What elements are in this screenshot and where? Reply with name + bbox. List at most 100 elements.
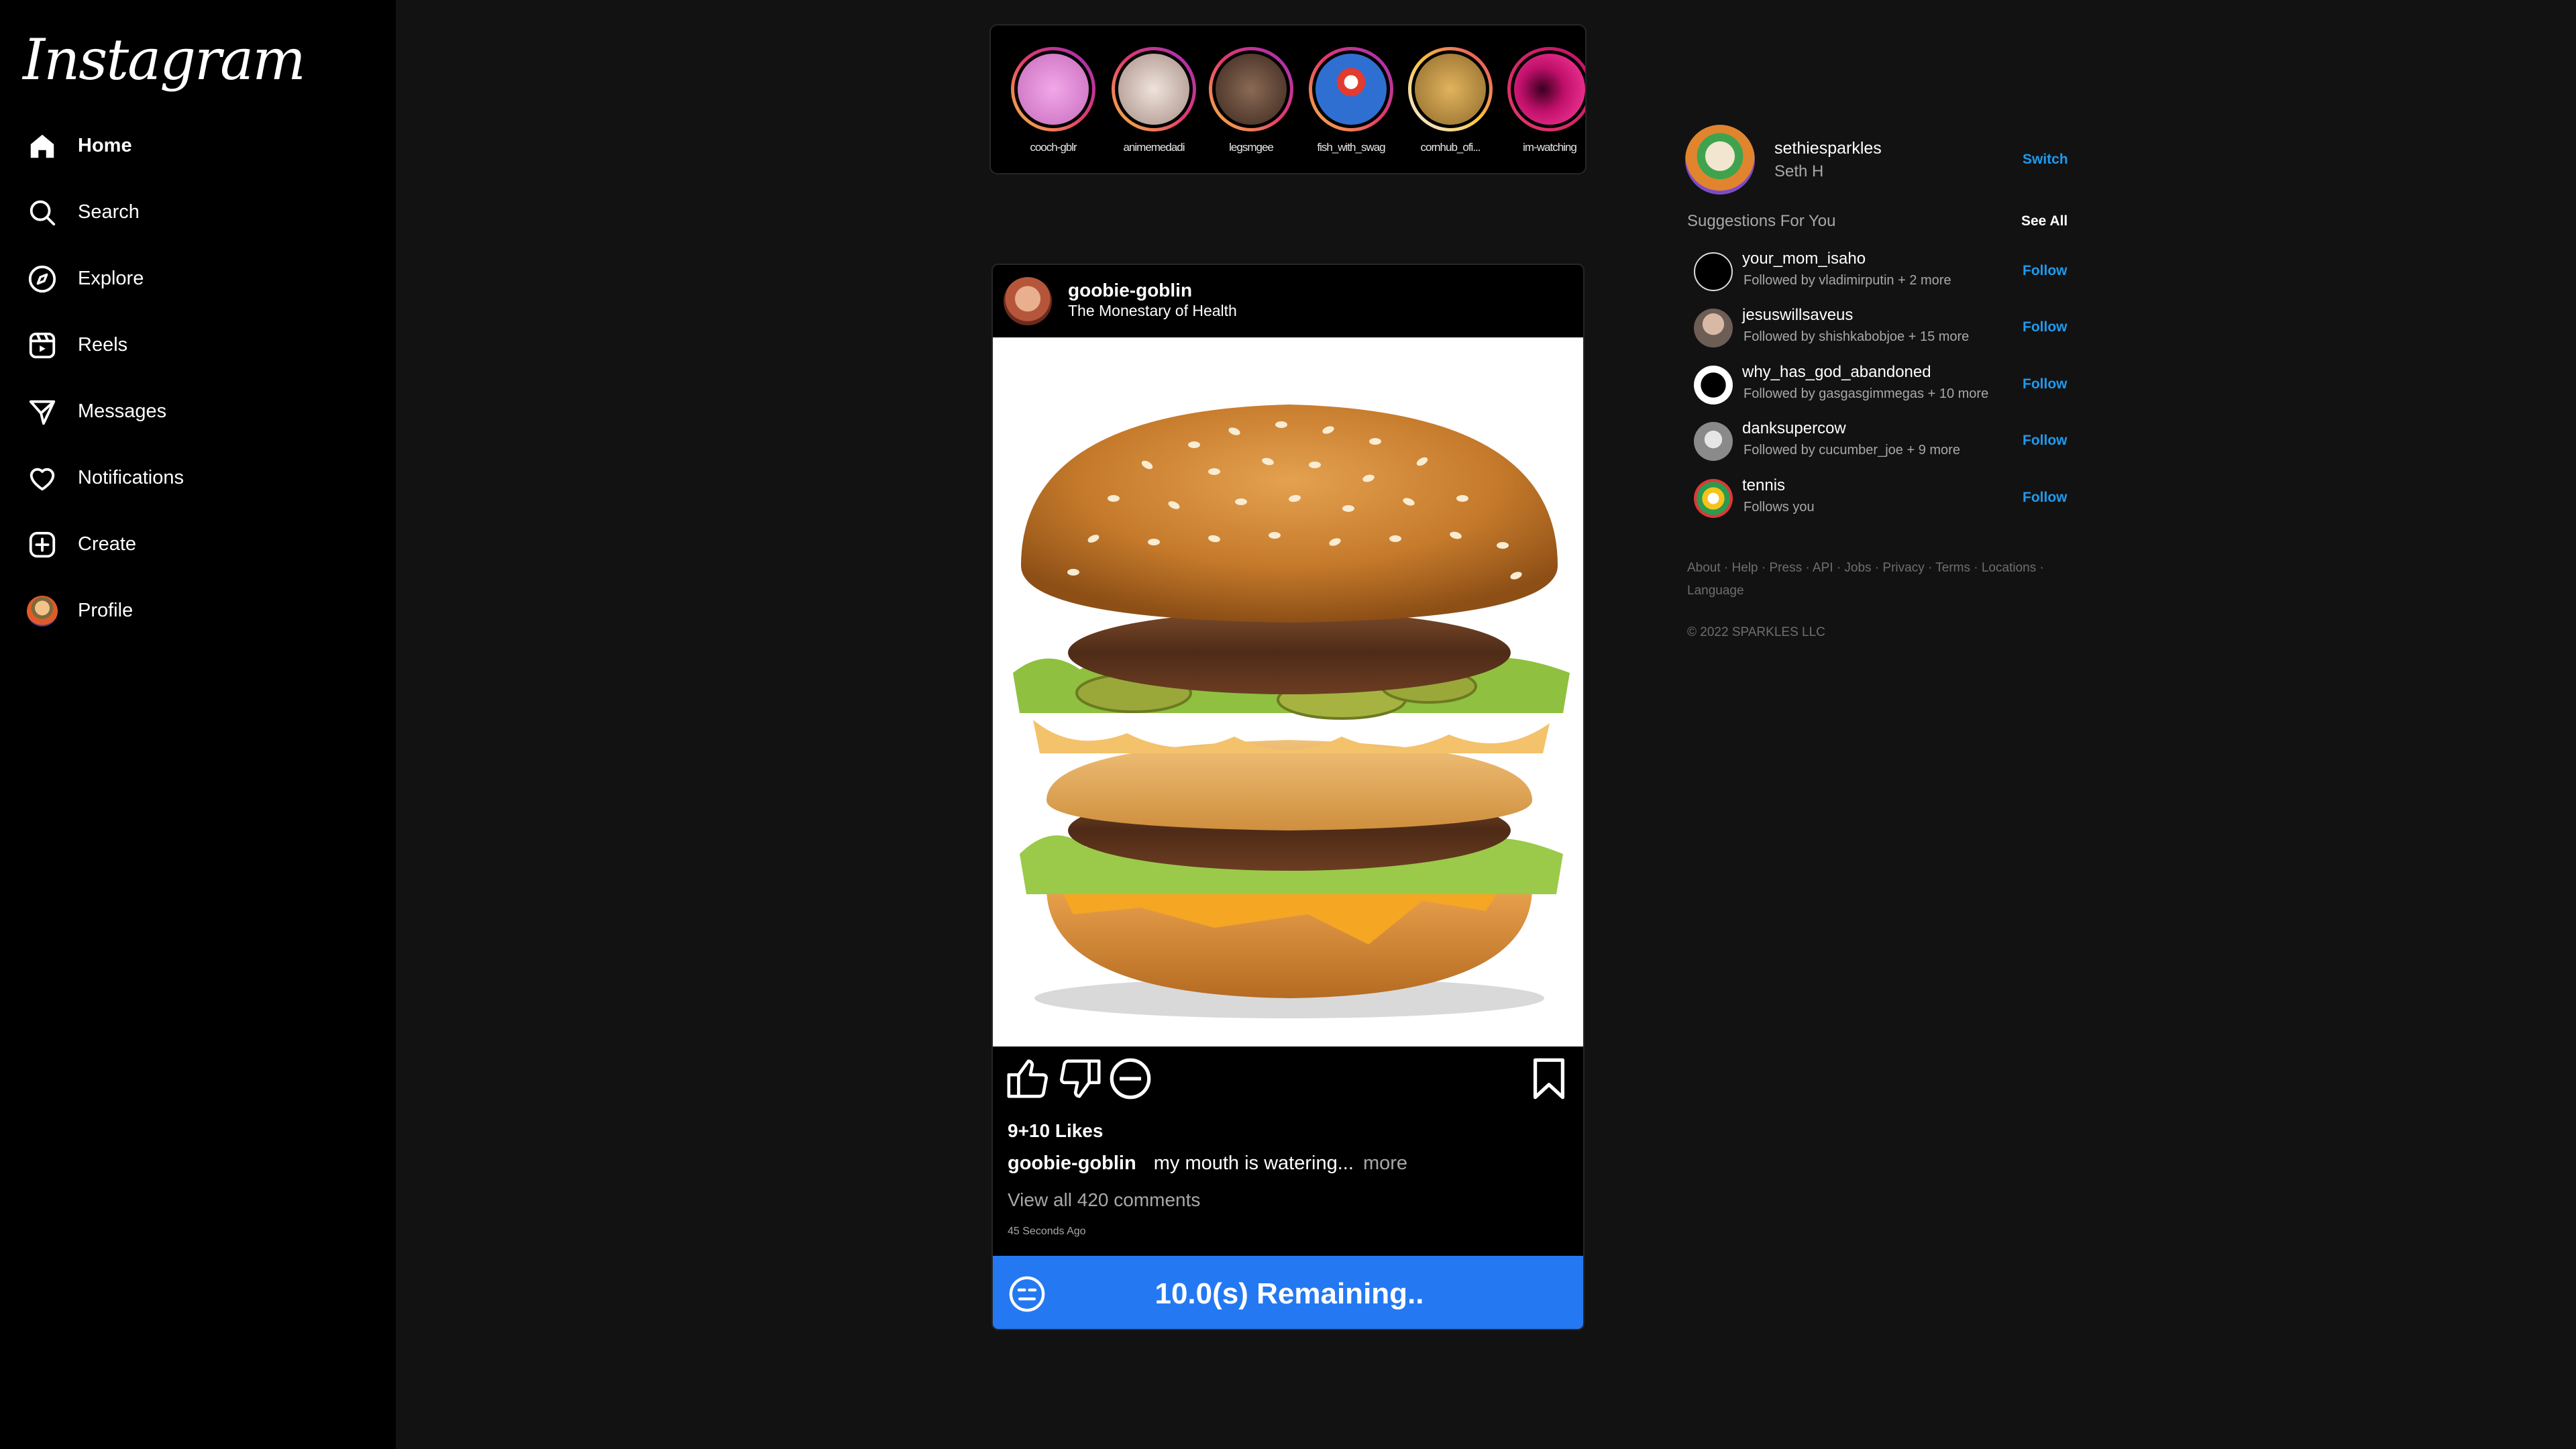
reels-icon: [27, 330, 58, 361]
post-location[interactable]: The Monestary of Health: [1068, 302, 1237, 320]
heart-icon: [27, 463, 58, 494]
post-actions: [993, 1050, 1583, 1101]
search-icon: [27, 197, 58, 228]
suggestion-row: why_has_god_abandoned Followed by gasgas…: [1687, 356, 2068, 413]
thumbs-up-icon[interactable]: [1005, 1055, 1052, 1102]
post-caption: goobie-goblin my mouth is watering... mo…: [1008, 1152, 1407, 1175]
story-item[interactable]: cornhub_ofi...: [1400, 47, 1501, 154]
nav-item-reels[interactable]: Reels: [27, 312, 376, 378]
nav-item-notifications[interactable]: Notifications: [27, 445, 376, 511]
follow-button[interactable]: Follow: [2023, 376, 2068, 392]
feed-post: goobie-goblin The Monestary of Health 9+…: [991, 264, 1585, 1330]
suggestion-context: Followed by vladimirputin + 2 more: [1743, 273, 1951, 288]
nav-item-label: Create: [78, 533, 137, 555]
nav-item-label: Profile: [78, 600, 133, 621]
story-item[interactable]: animemedadi: [1104, 47, 1204, 154]
home-icon: [27, 131, 58, 162]
story-item[interactable]: legsmgee: [1201, 47, 1301, 154]
nav-item-search[interactable]: Search: [27, 179, 376, 246]
suggestion-context: Followed by cucumber_joe + 9 more: [1743, 443, 1960, 458]
suggestion-username[interactable]: your_mom_isaho: [1742, 250, 1866, 268]
story-username: fish_with_swag: [1317, 141, 1385, 154]
nav-item-label: Notifications: [78, 467, 184, 488]
post-timestamp: 45 Seconds Ago: [1008, 1226, 1086, 1237]
footer-links[interactable]: About · Help · Press · API · Jobs · Priv…: [1687, 557, 2063, 602]
avatar[interactable]: [1694, 422, 1733, 461]
follow-button[interactable]: Follow: [2023, 433, 2068, 449]
switch-account-button[interactable]: Switch: [2023, 152, 2068, 168]
post-header: goobie-goblin The Monestary of Health: [993, 265, 1583, 337]
follow-button[interactable]: Follow: [2023, 263, 2068, 279]
suggestion-context: Follows you: [1743, 500, 1815, 515]
caption-username[interactable]: goobie-goblin: [1008, 1152, 1136, 1174]
story-avatar: [1014, 50, 1092, 128]
follow-button[interactable]: Follow: [2023, 490, 2068, 506]
story-item[interactable]: im-watching: [1499, 47, 1585, 154]
suggestion-row: your_mom_isaho Followed by vladimirputin…: [1687, 243, 2068, 299]
current-username[interactable]: sethiesparkles: [1774, 139, 1882, 158]
story-username: legsmgee: [1229, 141, 1274, 154]
neutral-face-icon: [1009, 1276, 1045, 1312]
story-username: animemedadi: [1123, 141, 1185, 154]
story-item[interactable]: cooch-gblr: [1003, 47, 1104, 154]
copyright-text: © 2022 SPARKLES LLC: [1687, 625, 1825, 639]
avatar: [27, 595, 58, 627]
story-avatar: [1115, 50, 1193, 128]
suggestion-row: danksupercow Followed by cucumber_joe + …: [1687, 413, 2068, 469]
avatar[interactable]: [1004, 277, 1052, 325]
suggestion-row: jesuswillsaveus Followed by shishkabobjo…: [1687, 299, 2068, 356]
suggestion-username[interactable]: why_has_god_abandoned: [1742, 363, 1931, 382]
suggestion-username[interactable]: danksupercow: [1742, 419, 1846, 438]
timer-text: 10.0(s) Remaining..: [1155, 1277, 1424, 1310]
current-fullname: Seth H: [1774, 162, 1824, 180]
caption-more-link[interactable]: more: [1363, 1152, 1407, 1174]
avatar[interactable]: [1694, 366, 1733, 405]
story-username: cornhub_ofi...: [1420, 141, 1481, 154]
nav-item-label: Search: [78, 201, 140, 223]
see-all-link[interactable]: See All: [2021, 213, 2068, 229]
sidebar: Instagram Home Search Explore Reels Mess…: [0, 0, 396, 1449]
nav-item-explore[interactable]: Explore: [27, 246, 376, 312]
timer-banner: 10.0(s) Remaining..: [993, 1256, 1583, 1329]
nav-item-create[interactable]: Create: [27, 511, 376, 578]
nav-item-label: Explore: [78, 268, 144, 289]
stories-tray: cooch-gblr animemedadi legsmgee fish_wit…: [989, 24, 1587, 174]
story-avatar: [1411, 50, 1489, 128]
nav-item-messages[interactable]: Messages: [27, 378, 376, 445]
post-username[interactable]: goobie-goblin: [1068, 280, 1192, 301]
post-image[interactable]: [993, 337, 1583, 1046]
send-icon: [27, 396, 58, 427]
minus-circle-icon[interactable]: [1107, 1055, 1154, 1102]
burger-image: [1013, 405, 1570, 1018]
suggestion-context: Followed by gasgasgimmegas + 10 more: [1743, 386, 1989, 401]
avatar[interactable]: [1694, 479, 1733, 518]
instagram-logo[interactable]: Instagram: [23, 27, 306, 93]
story-item[interactable]: fish_with_swag: [1301, 47, 1401, 154]
plus-square-icon: [27, 529, 58, 560]
suggestion-username[interactable]: jesuswillsaveus: [1742, 306, 1853, 325]
bookmark-icon[interactable]: [1525, 1055, 1572, 1102]
thumbs-down-icon[interactable]: [1056, 1055, 1103, 1102]
nav-item-profile[interactable]: Profile: [27, 578, 376, 644]
suggestion-row: tennis Follows you Follow: [1687, 470, 2068, 526]
view-comments-link[interactable]: View all 420 comments: [1008, 1189, 1200, 1211]
nav-item-home[interactable]: Home: [27, 113, 376, 179]
suggestion-username[interactable]: tennis: [1742, 476, 1785, 495]
story-username: im-watching: [1523, 141, 1577, 154]
story-avatar: [1312, 50, 1390, 128]
nav-item-label: Reels: [78, 334, 128, 356]
like-count[interactable]: 9+10 Likes: [1008, 1120, 1103, 1142]
story-avatar: [1511, 50, 1585, 128]
caption-text: my mouth is watering...: [1153, 1152, 1354, 1174]
nav-item-label: Home: [78, 135, 132, 156]
suggestions-heading: Suggestions For You: [1687, 212, 1836, 230]
nav-menu: Home Search Explore Reels Messages Notif…: [27, 113, 376, 644]
story-avatar: [1212, 50, 1290, 128]
follow-button[interactable]: Follow: [2023, 319, 2068, 335]
compass-icon: [27, 264, 58, 294]
suggestion-context: Followed by shishkabobjoe + 15 more: [1743, 329, 1970, 344]
nav-item-label: Messages: [78, 400, 167, 422]
avatar[interactable]: [1685, 125, 1755, 195]
avatar[interactable]: [1694, 252, 1733, 291]
avatar[interactable]: [1694, 309, 1733, 347]
